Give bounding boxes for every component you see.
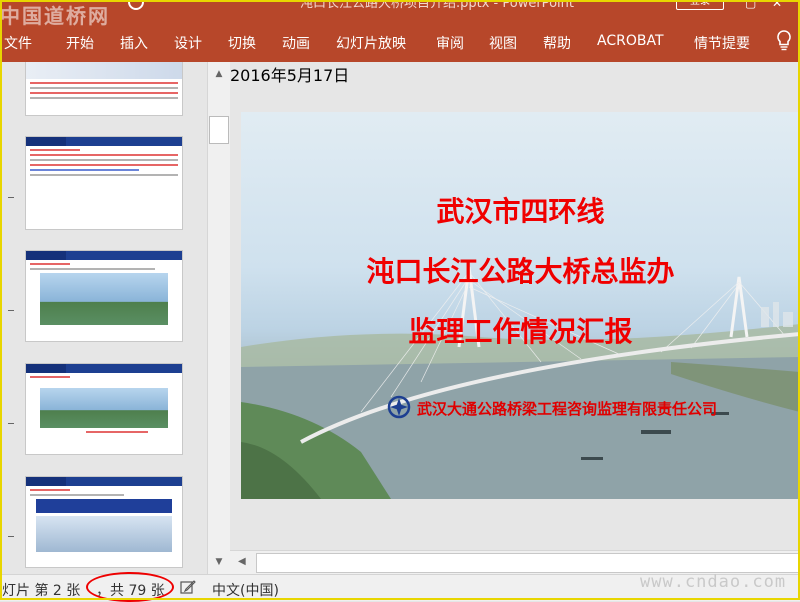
tab-acrobat[interactable]: ACROBAT: [597, 33, 664, 49]
slide-thumbnail[interactable]: [25, 250, 183, 342]
slide-number-mark: [8, 310, 14, 311]
slide-thumbnail[interactable]: [25, 476, 183, 568]
highlight-ellipse: [86, 572, 174, 602]
scroll-left-icon[interactable]: ◀: [238, 556, 246, 567]
scroll-up-icon[interactable]: ▲: [212, 68, 226, 80]
tab-view[interactable]: 视图: [489, 33, 517, 53]
ribbon-tabs: 文件 开始 插入 设计 切换 动画 幻灯片放映 审阅 视图 帮助 ACROBAT…: [0, 22, 800, 62]
slide-date[interactable]: 2016年5月17日: [230, 62, 800, 86]
restore-icon[interactable]: ▢: [745, 0, 756, 10]
slide-title-line-2[interactable]: 沌口长江公路大桥总监办: [241, 250, 800, 290]
lightbulb-icon[interactable]: [776, 30, 792, 52]
tab-help[interactable]: 帮助: [543, 33, 571, 53]
watermark-bottom: www.cndao.com: [640, 572, 787, 592]
title-bar: 沌口长江公路大桥项目介绍.pptx - PowerPoint 登录 ▢ ✕: [0, 0, 800, 22]
slide-number-mark: [8, 197, 14, 198]
slide-title-line-3[interactable]: 监理工作情况汇报: [241, 310, 800, 350]
tab-review[interactable]: 审阅: [436, 33, 464, 53]
tab-animations[interactable]: 动画: [282, 33, 310, 53]
slide-title-line-1[interactable]: 武汉市四环线: [241, 190, 800, 230]
slide-editor[interactable]: 武汉市四环线 沌口长江公路大桥总监办 监理工作情况汇报 武汉大通公路桥梁工程咨询…: [230, 62, 800, 550]
slide-thumbnail[interactable]: [25, 136, 183, 230]
scrollbar-track[interactable]: [256, 553, 800, 573]
bridge-photo-background: [241, 266, 800, 499]
slide-thumbnail[interactable]: [25, 62, 183, 116]
tab-insert[interactable]: 插入: [120, 33, 148, 53]
autosave-icon[interactable]: [128, 0, 144, 10]
slide-thumbnail-pane[interactable]: [0, 62, 207, 574]
tab-transitions[interactable]: 切换: [228, 33, 256, 53]
company-logo-icon: [387, 395, 411, 419]
login-button[interactable]: 登录: [676, 0, 724, 10]
window-title: 沌口长江公路大桥项目介绍.pptx - PowerPoint: [300, 0, 574, 11]
slide-number-mark: [8, 423, 14, 424]
scrollbar-thumb[interactable]: [209, 116, 229, 144]
watermark-top: 中国道桥网: [0, 4, 110, 28]
organization-text[interactable]: 武汉大通公路桥梁工程咨询监理有限责任公司: [417, 398, 717, 419]
scroll-down-icon[interactable]: ▼: [212, 556, 226, 568]
tab-storyboard[interactable]: 情节提要: [694, 33, 750, 53]
tab-slideshow[interactable]: 幻灯片放映: [336, 33, 406, 53]
tab-home[interactable]: 开始: [66, 33, 94, 53]
current-slide[interactable]: 武汉市四环线 沌口长江公路大桥总监办 监理工作情况汇报 武汉大通公路桥梁工程咨询…: [241, 112, 800, 499]
slide-position-text[interactable]: 灯片 第 2 张: [2, 580, 80, 600]
language-indicator[interactable]: 中文(中国): [212, 580, 279, 600]
close-icon[interactable]: ✕: [772, 0, 782, 10]
notes-icon[interactable]: [180, 579, 196, 595]
thumbnail-scrollbar[interactable]: ▲ ▼: [207, 62, 230, 574]
slide-number-mark: [8, 536, 14, 537]
tab-design[interactable]: 设计: [174, 33, 202, 53]
tab-file[interactable]: 文件: [4, 33, 32, 53]
slide-thumbnail[interactable]: [25, 363, 183, 455]
